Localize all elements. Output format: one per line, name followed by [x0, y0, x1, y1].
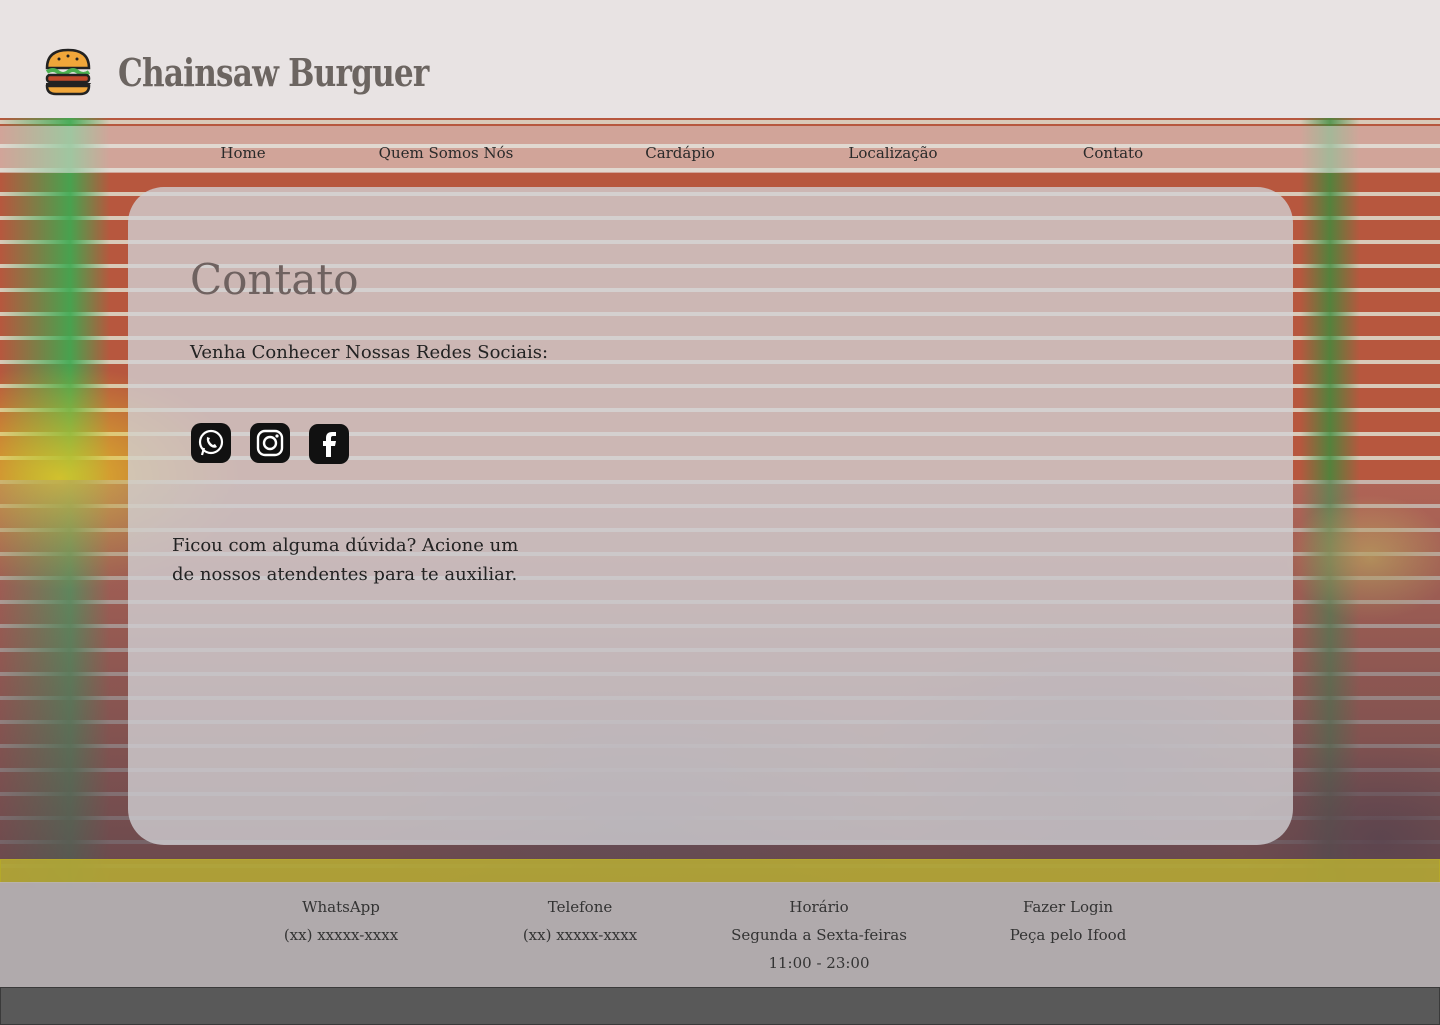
burger-icon[interactable]: [44, 46, 92, 96]
footer-whatsapp: WhatsApp (xx) xxxxx-xxxx: [284, 898, 398, 954]
ifood-link[interactable]: Peça pelo Ifood: [1010, 926, 1127, 944]
social-heading: Venha Conhecer Nossas Redes Sociais:: [190, 342, 549, 363]
footer-telefone-label: Telefone: [547, 898, 613, 916]
help-text: Ficou com alguma dúvida? Acione um de no…: [172, 535, 519, 585]
footer-telefone: Telefone (xx) xxxxx-xxxx: [523, 898, 637, 954]
footer-horario: Horário Segunda a Sexta-feiras 11:00 - 2…: [731, 898, 907, 982]
site-header: Chainsaw Burguer: [0, 0, 1440, 118]
instagram-icon[interactable]: [250, 423, 290, 463]
main-nav: Home Quem Somos Nós Cardápio Localização…: [0, 126, 1440, 173]
footer-login: Fazer Login Peça pelo Ifood: [1010, 898, 1127, 954]
footer-horario-days: Segunda a Sexta-feiras: [731, 926, 907, 944]
facebook-icon[interactable]: [309, 424, 349, 464]
page-title: Contato: [190, 255, 359, 304]
nav-home[interactable]: Home: [220, 144, 265, 162]
bottom-bar: [0, 987, 1440, 1025]
footer-horario-label: Horário: [789, 898, 849, 916]
footer-stripe: [0, 859, 1440, 883]
login-link[interactable]: Fazer Login: [1010, 898, 1127, 916]
nav-localizacao[interactable]: Localização: [848, 144, 937, 162]
nav-cardapio[interactable]: Cardápio: [645, 144, 715, 162]
nav-quem-somos[interactable]: Quem Somos Nós: [379, 144, 514, 162]
footer-telefone-value: (xx) xxxxx-xxxx: [522, 926, 638, 944]
site-footer: WhatsApp (xx) xxxxx-xxxx Telefone (xx) x…: [0, 882, 1440, 987]
footer-whatsapp-label: WhatsApp: [302, 898, 380, 916]
nav-contato[interactable]: Contato: [1083, 144, 1143, 162]
footer-horario-hours: 11:00 - 23:00: [768, 954, 870, 972]
brand-title: Chainsaw Burguer: [118, 50, 429, 95]
whatsapp-icon[interactable]: [191, 423, 231, 463]
contact-card: Contato Venha Conhecer Nossas Redes Soci…: [128, 187, 1293, 845]
footer-whatsapp-value: (xx) xxxxx-xxxx: [283, 926, 399, 944]
